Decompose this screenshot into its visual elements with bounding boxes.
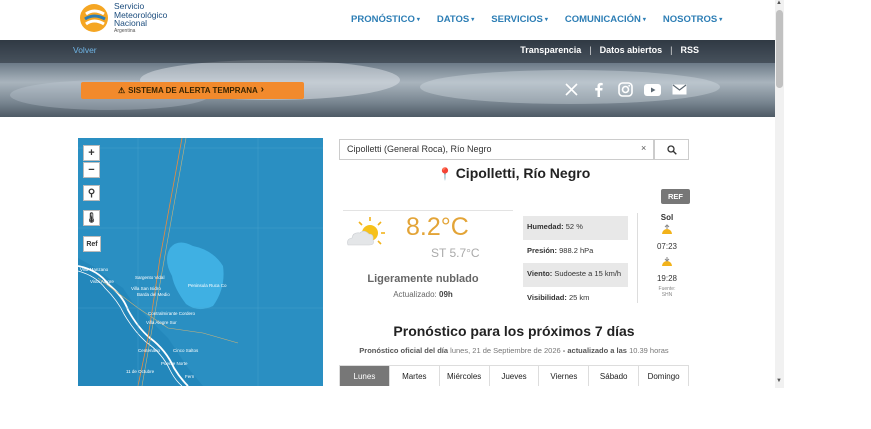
- map-place-label: Fern: [185, 374, 195, 379]
- warning-icon: ⚠: [118, 86, 126, 95]
- chevron-down-icon: ▾: [642, 17, 646, 23]
- nav-comunicacion[interactable]: COMUNICACIÓN ▾: [565, 14, 646, 25]
- transparencia-link[interactable]: Transparencia: [520, 45, 581, 55]
- map-place-label: Villa San Isidro: [131, 286, 161, 291]
- map-place-label: Peninsula Ruca Co: [188, 283, 227, 288]
- scrollbar[interactable]: ▲ ▼: [775, 0, 784, 388]
- mail-icon[interactable]: [671, 81, 688, 98]
- map-pin-icon: ⚲: [87, 187, 96, 199]
- location-map[interactable]: + − ⚲ 🌡 Ref Villa Manzano Sargento Vidal…: [78, 138, 323, 386]
- visibility-row: Visibilidad: 25 km: [527, 292, 590, 302]
- sunset-icon: [662, 257, 672, 266]
- map-place-label: Contralmirante Cordero: [148, 311, 196, 316]
- map-pin-icon: 📍: [437, 167, 453, 181]
- forecast-day-tabs: Lunes Martes Miércoles Jueves Viernes Sá…: [339, 365, 689, 386]
- tab-miercoles[interactable]: Miércoles: [438, 366, 489, 386]
- logo-line-3: Nacional: [114, 18, 148, 28]
- nav-servicios[interactable]: SERVICIOS ▾: [491, 14, 548, 25]
- map-place-label: Barda del Medio: [137, 292, 170, 297]
- back-link[interactable]: Volver: [73, 45, 97, 55]
- chevron-down-icon: ▾: [719, 17, 723, 23]
- zoom-out-button[interactable]: −: [83, 162, 100, 178]
- sun-title: Sol: [660, 213, 674, 222]
- humidity-row: Humedad: 52 %: [523, 216, 628, 240]
- thermometer-icon: 🌡: [85, 212, 98, 224]
- map-canvas: [78, 138, 323, 386]
- chevron-down-icon: ▾: [471, 17, 475, 23]
- location-title: 📍 Cipolletti, Río Negro: [339, 165, 689, 181]
- sunset-time: 19:28: [656, 274, 678, 283]
- updated-time: Actualizado: 09h: [393, 290, 453, 299]
- youtube-icon[interactable]: [644, 81, 661, 98]
- weather-description: Ligeramente nublado: [367, 273, 479, 285]
- map-place-label: Puente Norte: [161, 361, 188, 366]
- sunrise-icon: [662, 224, 672, 234]
- nav-datos[interactable]: DATOS ▾: [437, 14, 474, 25]
- link-separator: |: [589, 45, 592, 55]
- pressure-row: Presión: 988.2 hPa: [527, 245, 594, 255]
- tab-viernes[interactable]: Viernes: [538, 366, 588, 386]
- x-icon[interactable]: [563, 81, 580, 98]
- chevron-down-icon: ▾: [544, 17, 548, 23]
- map-place-label: Sargento Vidal: [135, 275, 165, 280]
- zoom-in-button[interactable]: +: [83, 145, 100, 161]
- instagram-icon[interactable]: [617, 81, 634, 98]
- scroll-down-arrow-icon[interactable]: ▼: [776, 378, 782, 384]
- partly-cloudy-icon: [347, 217, 385, 246]
- scrollbar-thumb[interactable]: [776, 10, 783, 88]
- divider: [637, 213, 638, 303]
- forecast-subtitle: Pronóstico oficial del día lunes, 21 de …: [359, 346, 669, 355]
- site-header: Servicio Meteorológico Nacional Argentin…: [0, 0, 775, 40]
- tab-martes[interactable]: Martes: [388, 366, 439, 386]
- location-search-input[interactable]: Cipolletti (General Roca), Río Negro: [339, 139, 654, 160]
- current-temperature: 8.2°C: [406, 213, 469, 241]
- map-place-label: Cinco Saltos: [173, 348, 199, 353]
- logo-line-4: Argentina: [114, 27, 136, 34]
- chevron-down-icon: ▾: [416, 17, 420, 23]
- ref-button[interactable]: REF: [661, 189, 690, 204]
- nav-nosotros[interactable]: NOSOTROS ▾: [663, 14, 722, 25]
- sunrise-time: 07:23: [656, 242, 678, 251]
- banner: Volver Transparencia | Datos abiertos | …: [0, 40, 775, 117]
- link-separator: |: [670, 45, 673, 55]
- rss-link[interactable]: RSS: [680, 45, 699, 55]
- logo-text: Servicio Meteorológico Nacional Argentin…: [114, 2, 167, 34]
- early-warning-button[interactable]: ⚠ SISTEMA DE ALERTA TEMPRANA ›: [81, 82, 304, 99]
- scroll-up-arrow-icon[interactable]: ▲: [776, 0, 782, 6]
- tab-jueves[interactable]: Jueves: [488, 366, 539, 386]
- datos-abiertos-link[interactable]: Datos abiertos: [600, 45, 663, 55]
- sun-panel: Sol 07:23 19:28 Fuente: SHN: [648, 213, 686, 298]
- smn-logo-icon: [80, 4, 108, 32]
- location-pin-button[interactable]: ⚲: [83, 185, 100, 201]
- social-links: [563, 81, 688, 98]
- map-place-label: Villa Alegre Sur: [146, 320, 177, 325]
- clear-search-icon[interactable]: ×: [641, 143, 646, 153]
- feels-like-temperature: ST 5.7°C: [431, 246, 480, 260]
- thermometer-button[interactable]: 🌡: [83, 210, 100, 226]
- tab-lunes[interactable]: Lunes: [340, 366, 389, 386]
- early-warning-label: SISTEMA DE ALERTA TEMPRANA: [128, 86, 258, 95]
- map-place-label: Centenario: [138, 348, 161, 353]
- nav-pronostico[interactable]: PRONÓSTICO ▾: [351, 14, 420, 25]
- search-button[interactable]: [654, 139, 689, 160]
- location-name: Cipolletti, Río Negro: [455, 165, 591, 181]
- main-nav: PRONÓSTICO ▾ DATOS ▾ SERVICIOS ▾ COMUNICACI…: [351, 14, 722, 25]
- sun-source-value: SHN: [661, 292, 673, 298]
- map-place-label: 11 de Octubre: [126, 369, 155, 374]
- tab-domingo[interactable]: Domingo: [638, 366, 688, 386]
- weather-details: Humedad: 52 % Presión: 988.2 hPa Viento:…: [523, 216, 628, 310]
- map-place-label: Villa Manzano: [80, 267, 109, 272]
- tab-sabado[interactable]: Sábado: [588, 366, 638, 386]
- facebook-icon[interactable]: [590, 81, 607, 98]
- map-ref-button[interactable]: Ref: [83, 236, 101, 252]
- top-links: Transparencia | Datos abiertos | RSS: [520, 45, 699, 55]
- search-icon: [666, 144, 677, 155]
- forecast-title: Pronóstico para los próximos 7 días: [393, 323, 635, 339]
- smn-logo[interactable]: Servicio Meteorológico Nacional Argentin…: [78, 2, 178, 36]
- wind-row: Viento: Sudoeste a 15 km/h: [523, 263, 628, 287]
- map-place-label: Vista Alegre: [90, 279, 114, 284]
- chevron-right-icon: ›: [260, 84, 264, 95]
